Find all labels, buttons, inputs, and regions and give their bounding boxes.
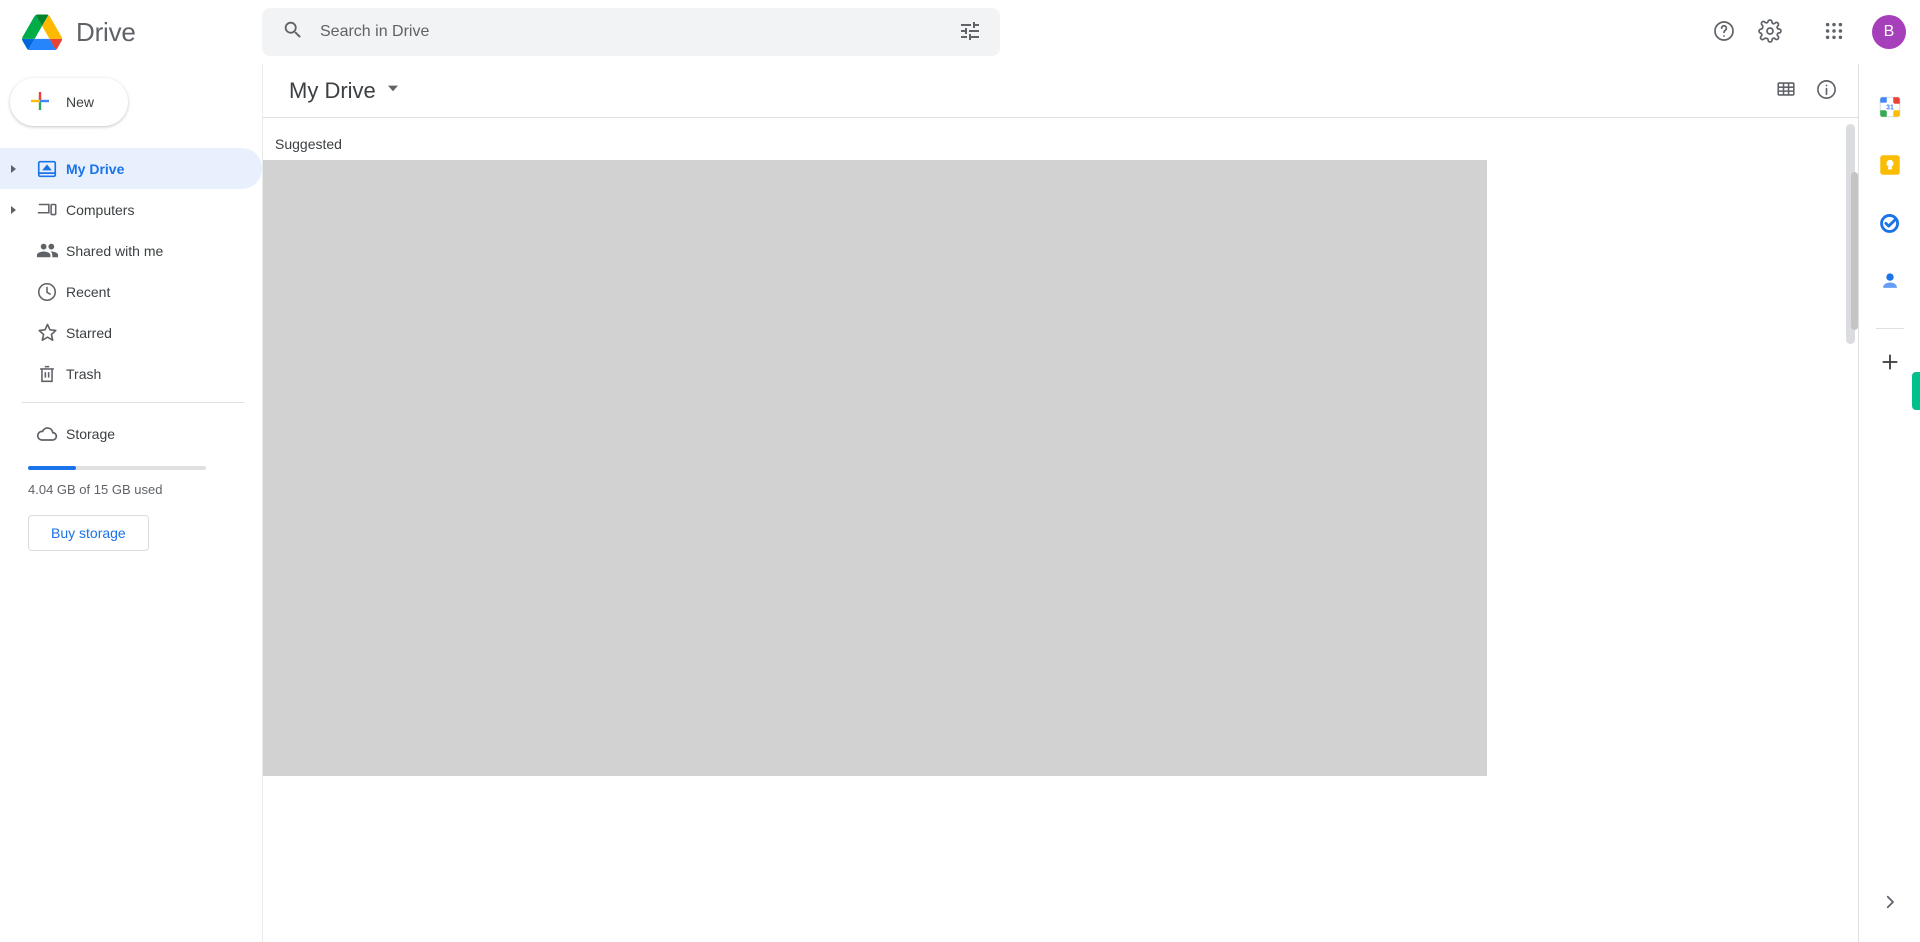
sidebar-item-label: Computers <box>66 201 135 218</box>
storage-section: Storage 4.04 GB of 15 GB used Buy storag… <box>0 413 262 551</box>
sidebar-item-recent[interactable]: Recent <box>0 271 262 312</box>
expand-arrow-icon[interactable] <box>0 164 28 174</box>
side-apps-panel: 31 <box>1851 64 1920 942</box>
sidebar-item-label: Trash <box>66 365 102 382</box>
sidebar-item-storage[interactable]: Storage <box>0 413 262 454</box>
top-bar-actions: B <box>1704 0 1906 64</box>
app-title: Drive <box>76 16 136 47</box>
tune-filter-icon <box>958 19 982 46</box>
add-addon-button[interactable] <box>1869 343 1911 385</box>
main-content: My Drive Suggested <box>262 64 1858 942</box>
expand-panel-button[interactable] <box>1871 884 1909 922</box>
panel-divider <box>1875 328 1904 329</box>
apps-grid-icon <box>1823 20 1845 45</box>
search-filter-button[interactable] <box>950 12 990 52</box>
google-contacts-icon[interactable] <box>1869 260 1911 302</box>
sidebar: New My Drive Computers Shared with me Re… <box>0 64 262 942</box>
suggested-label: Suggested <box>275 136 342 152</box>
storage-progress-bar <box>28 466 206 470</box>
info-circle-icon <box>1815 78 1838 104</box>
suggested-files-placeholder <box>263 160 1487 776</box>
sidebar-item-label: Recent <box>66 283 111 300</box>
accent-tab[interactable] <box>1912 372 1920 410</box>
chevron-down-icon <box>386 81 400 100</box>
new-button-label: New <box>66 94 95 110</box>
sidebar-divider <box>22 402 244 403</box>
brand[interactable]: Drive <box>0 14 262 51</box>
storage-progress-fill <box>28 466 77 470</box>
google-drive-app: Drive Search in Drive B New My Drive Com… <box>0 0 1920 942</box>
google-tasks-icon[interactable] <box>1869 202 1911 244</box>
chevron-right-icon <box>1881 893 1899 914</box>
trash-icon <box>28 363 66 385</box>
grid-view-icon <box>1775 78 1797 103</box>
page-title: My Drive <box>289 77 376 103</box>
buy-storage-button[interactable]: Buy storage <box>28 515 149 551</box>
sidebar-item-label: Shared with me <box>66 242 164 259</box>
plus-icon <box>1879 351 1901 378</box>
star-icon <box>28 321 66 344</box>
help-circle-icon <box>1712 19 1736 46</box>
breadcrumb[interactable]: My Drive <box>277 74 408 108</box>
search-input[interactable] <box>320 23 934 41</box>
sidebar-item-my-drive[interactable]: My Drive <box>0 148 262 189</box>
details-info-button[interactable] <box>1806 71 1846 111</box>
my-drive-icon <box>28 158 66 180</box>
cloud-icon <box>28 422 66 446</box>
sidebar-item-starred[interactable]: Starred <box>0 312 262 353</box>
storage-usage-text: 4.04 GB of 15 GB used <box>28 482 163 497</box>
shared-with-me-icon <box>28 239 66 262</box>
gear-icon <box>1758 18 1782 46</box>
sidebar-nav: My Drive Computers Shared with me Recent… <box>0 148 262 551</box>
sidebar-item-trash[interactable]: Trash <box>0 353 262 394</box>
sidebar-item-label: My Drive <box>66 160 125 177</box>
settings-button[interactable] <box>1750 12 1790 52</box>
sidebar-item-shared-with-me[interactable]: Shared with me <box>0 230 262 271</box>
svg-text:31: 31 <box>1886 105 1894 112</box>
sidebar-item-computers[interactable]: Computers <box>0 189 262 230</box>
grid-view-button[interactable] <box>1766 71 1806 111</box>
google-keep-icon[interactable] <box>1869 144 1911 186</box>
search-icon <box>282 19 304 46</box>
sidebar-item-label: Storage <box>66 425 116 442</box>
plus-icon <box>28 89 52 116</box>
clock-icon <box>28 281 66 303</box>
computers-icon <box>28 199 66 221</box>
panel-scroll-indicator[interactable] <box>1851 172 1858 330</box>
placeholder-edge <box>1487 174 1491 398</box>
google-drive-logo-icon <box>22 14 63 51</box>
help-button[interactable] <box>1704 12 1744 52</box>
expand-arrow-icon[interactable] <box>0 205 28 215</box>
sidebar-item-label: Starred <box>66 324 112 341</box>
google-calendar-icon[interactable]: 31 <box>1869 86 1911 128</box>
avatar[interactable]: B <box>1872 15 1906 49</box>
google-apps-button[interactable] <box>1814 12 1854 52</box>
search-bar[interactable] <box>262 8 1000 56</box>
top-bar: Drive Search in Drive B <box>0 0 1920 64</box>
file-area: Suggested <box>263 118 1858 942</box>
new-button[interactable]: New <box>10 78 128 126</box>
main-header: My Drive <box>263 64 1858 118</box>
